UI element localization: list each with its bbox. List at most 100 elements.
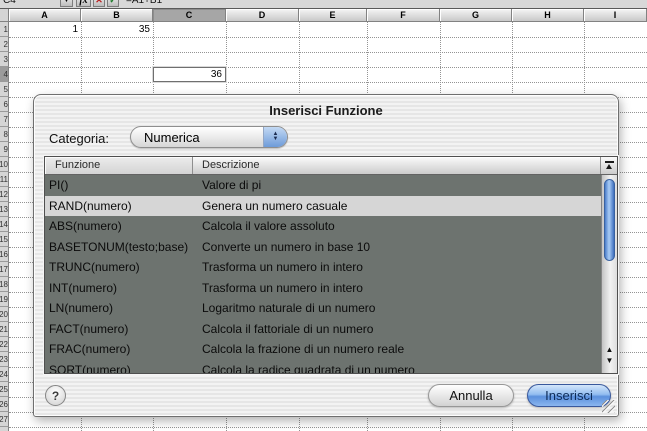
column-header-a[interactable]: A bbox=[9, 9, 81, 22]
function-description: Logaritmo naturale di un numero bbox=[193, 301, 601, 315]
formula-bar-inner: C4 ▼ fx ✕ ✓ =A1+B1 bbox=[0, 0, 647, 8]
resize-handle-icon[interactable] bbox=[602, 400, 615, 413]
row-header-28[interactable]: 28 bbox=[0, 427, 9, 431]
function-row-factnumero[interactable]: FACT(numero)Calcola il fattoriale di un … bbox=[45, 319, 601, 340]
column-header-e[interactable]: E bbox=[299, 9, 367, 22]
column-header-funzione[interactable]: Funzione bbox=[45, 157, 193, 174]
grid-line bbox=[9, 37, 647, 38]
category-popup[interactable]: Numerica ▲ ▼ bbox=[130, 126, 288, 148]
list-scrollbar[interactable]: ▲ ▼ bbox=[601, 175, 617, 373]
function-description: Trasforma un numero in intero bbox=[193, 260, 601, 274]
row-header-4[interactable]: 4 bbox=[0, 67, 9, 82]
accept-entry-icon[interactable]: ✓ bbox=[107, 0, 119, 7]
row-header-27[interactable]: 27 bbox=[0, 412, 9, 427]
app-window: C4 ▼ fx ✕ ✓ =A1+B1 ABCDEFGHI 12345678910… bbox=[0, 0, 647, 431]
column-headers: ABCDEFGHI bbox=[0, 9, 647, 22]
function-row-randnumero[interactable]: RAND(numero)Genera un numero casuale bbox=[45, 196, 601, 217]
row-header-11[interactable]: 11 bbox=[0, 172, 9, 187]
function-name: PI() bbox=[45, 178, 193, 192]
column-header-h[interactable]: H bbox=[512, 9, 584, 22]
scroll-down-icon[interactable]: ▼ bbox=[606, 357, 614, 365]
row-header-14[interactable]: 14 bbox=[0, 217, 9, 232]
row-header-24[interactable]: 24 bbox=[0, 367, 9, 382]
function-row-intnumero[interactable]: INT(numero)Trasforma un numero in intero bbox=[45, 278, 601, 299]
function-description: Calcola il valore assoluto bbox=[193, 219, 601, 233]
cancel-button[interactable]: Annulla bbox=[428, 384, 514, 407]
grid-line bbox=[9, 427, 647, 428]
column-header-g[interactable]: G bbox=[440, 9, 512, 22]
row-header-22[interactable]: 22 bbox=[0, 337, 9, 352]
function-row-truncnumero[interactable]: TRUNC(numero)Trasforma un numero in inte… bbox=[45, 257, 601, 278]
help-button[interactable]: ? bbox=[45, 385, 66, 406]
formula-text[interactable]: =A1+B1 bbox=[126, 0, 162, 8]
row-header-13[interactable]: 13 bbox=[0, 202, 9, 217]
function-name: FRAC(numero) bbox=[45, 342, 193, 356]
column-header-i[interactable]: I bbox=[584, 9, 647, 22]
function-row-fracnumero[interactable]: FRAC(numero)Calcola la frazione di un nu… bbox=[45, 339, 601, 360]
column-header-b[interactable]: B bbox=[81, 9, 153, 22]
cancel-entry-icon[interactable]: ✕ bbox=[93, 0, 105, 7]
sort-direction-button[interactable] bbox=[600, 157, 617, 174]
function-description: Calcola il fattoriale di un numero bbox=[193, 322, 601, 336]
row-header-15[interactable]: 15 bbox=[0, 232, 9, 247]
row-header-17[interactable]: 17 bbox=[0, 262, 9, 277]
row-header-7[interactable]: 7 bbox=[0, 112, 9, 127]
row-header-1[interactable]: 1 bbox=[0, 22, 9, 37]
cell-reference-dropdown-icon[interactable]: ▼ bbox=[60, 0, 73, 7]
row-header-9[interactable]: 9 bbox=[0, 142, 9, 157]
row-header-26[interactable]: 26 bbox=[0, 397, 9, 412]
function-name: SQRT(numero) bbox=[45, 363, 193, 373]
column-header-d[interactable]: D bbox=[226, 9, 299, 22]
function-list: PI()Valore di piRAND(numero)Genera un nu… bbox=[45, 175, 601, 373]
row-header-19[interactable]: 19 bbox=[0, 292, 9, 307]
column-header-f[interactable]: F bbox=[367, 9, 440, 22]
cell-B1[interactable]: 35 bbox=[81, 22, 153, 37]
grid-line bbox=[9, 67, 647, 68]
scroll-up-icon[interactable]: ▲ bbox=[606, 346, 614, 354]
function-row-pi[interactable]: PI()Valore di pi bbox=[45, 175, 601, 196]
function-row-sqrtnumero[interactable]: SQRT(numero)Calcola la radice quadrata d… bbox=[45, 360, 601, 374]
grid-line bbox=[9, 82, 647, 83]
function-description: Calcola la radice quadrata di un numero bbox=[193, 363, 601, 373]
cell-A1[interactable]: 1 bbox=[9, 22, 81, 37]
sort-ascending-icon bbox=[605, 161, 614, 170]
row-header-6[interactable]: 6 bbox=[0, 97, 9, 112]
row-header-5[interactable]: 5 bbox=[0, 82, 9, 97]
formula-bar: C4 ▼ fx ✕ ✓ =A1+B1 bbox=[0, 0, 647, 9]
row-header-10[interactable]: 10 bbox=[0, 157, 9, 172]
row-header-21[interactable]: 21 bbox=[0, 322, 9, 337]
function-name: TRUNC(numero) bbox=[45, 260, 193, 274]
grid-line bbox=[9, 52, 647, 53]
row-header-3[interactable]: 3 bbox=[0, 52, 9, 67]
cell-C4[interactable]: 36 bbox=[153, 67, 226, 82]
popup-down-icon: ▼ bbox=[273, 137, 279, 142]
row-headers: 1234567891011121314151617181920212223242… bbox=[0, 0, 9, 431]
function-row-basetonumtestobase[interactable]: BASETONUM(testo;base)Converte un numero … bbox=[45, 237, 601, 258]
function-list-frame: Funzione Descrizione PI()Valore di piRAN… bbox=[44, 156, 618, 374]
row-header-23[interactable]: 23 bbox=[0, 352, 9, 367]
function-icon[interactable]: fx bbox=[76, 0, 91, 7]
function-list-header: Funzione Descrizione bbox=[45, 157, 617, 175]
popup-arrows-icon: ▲ ▼ bbox=[263, 127, 287, 147]
function-row-lnnumero[interactable]: LN(numero)Logaritmo naturale di un numer… bbox=[45, 298, 601, 319]
function-row-absnumero[interactable]: ABS(numero)Calcola il valore assoluto bbox=[45, 216, 601, 237]
insert-button[interactable]: Inserisci bbox=[527, 384, 611, 407]
row-header-20[interactable]: 20 bbox=[0, 307, 9, 322]
scrollbar-arrows: ▲ ▼ bbox=[602, 346, 617, 365]
function-description: Calcola la frazione di un numero reale bbox=[193, 342, 601, 356]
column-header-descrizione[interactable]: Descrizione bbox=[193, 157, 600, 174]
dialog-title: Inserisci Funzione bbox=[34, 103, 618, 118]
row-header-8[interactable]: 8 bbox=[0, 127, 9, 142]
insert-function-dialog: Inserisci Funzione Categoria: Numerica ▲… bbox=[33, 94, 619, 417]
row-header-16[interactable]: 16 bbox=[0, 247, 9, 262]
row-header-18[interactable]: 18 bbox=[0, 277, 9, 292]
function-name: INT(numero) bbox=[45, 281, 193, 295]
function-name: RAND(numero) bbox=[45, 199, 193, 213]
row-header-25[interactable]: 25 bbox=[0, 382, 9, 397]
column-header-c[interactable]: C bbox=[153, 9, 226, 22]
function-description: Trasforma un numero in intero bbox=[193, 281, 601, 295]
row-header-12[interactable]: 12 bbox=[0, 187, 9, 202]
scrollbar-thumb[interactable] bbox=[604, 179, 615, 261]
row-header-2[interactable]: 2 bbox=[0, 37, 9, 52]
function-description: Genera un numero casuale bbox=[193, 199, 601, 213]
